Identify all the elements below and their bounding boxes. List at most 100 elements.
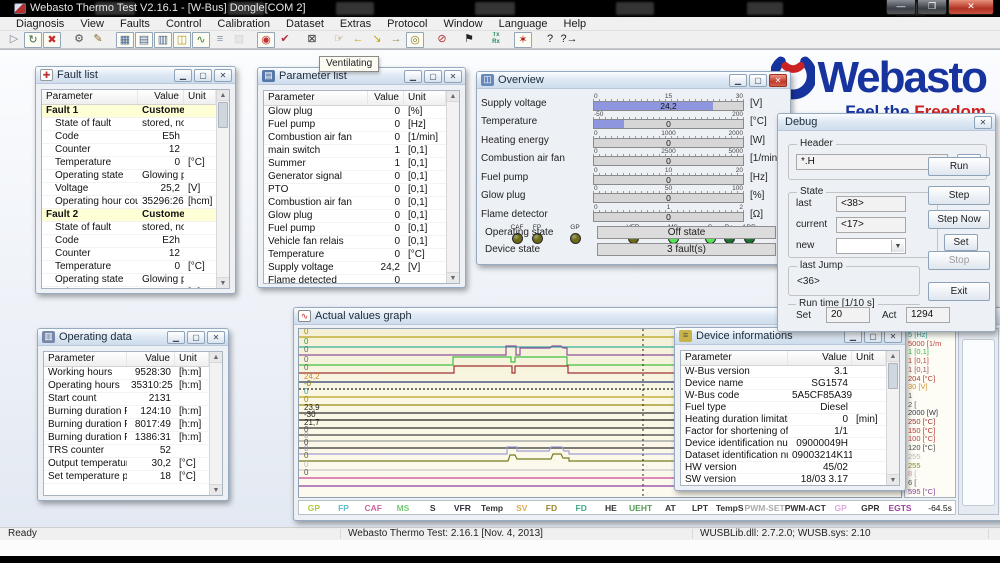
column-header-value[interactable]: Value <box>788 351 852 365</box>
operating-data-titlebar[interactable]: ▥ Operating data ▁ ▢ ✕ <box>38 329 228 346</box>
table-row[interactable]: Operating hours35310:25[h:m] <box>44 380 209 393</box>
table-row[interactable]: Counter12 <box>42 144 216 157</box>
debug-close-button[interactable]: ✕ <box>974 116 992 129</box>
scroll-down-icon[interactable]: ▼ <box>210 484 222 495</box>
column-header-unit[interactable]: Unit <box>175 352 209 366</box>
table-row[interactable]: Supply voltage24,2[V] <box>264 262 446 275</box>
table-scrollbar[interactable]: ▲▼ <box>216 90 229 288</box>
step-icon[interactable]: → <box>387 32 405 48</box>
menu-item-faults[interactable]: Faults <box>112 18 158 30</box>
parameter-list-minimize-button[interactable]: ▁ <box>404 70 422 83</box>
scrollbar-thumb[interactable] <box>218 102 228 128</box>
manual-control-icon[interactable]: ✎ <box>89 32 107 48</box>
debug-stop-button[interactable]: Stop <box>928 251 990 270</box>
debug-exit-button[interactable]: Exit <box>928 282 990 301</box>
fault-list-titlebar[interactable]: ✚ Fault list ▁ ▢ ✕ <box>36 67 235 84</box>
operating-data-icon[interactable]: ▥ <box>154 32 172 48</box>
menu-item-dataset[interactable]: Dataset <box>278 18 332 30</box>
overview-icon[interactable]: ◫ <box>173 32 191 48</box>
table-row[interactable]: Fuel typeDiesel <box>681 402 886 414</box>
table-row[interactable]: Output temperature30,2[°C] <box>44 458 209 471</box>
table-row[interactable]: Burning duration PH 1...124:10[h:m] <box>44 406 209 419</box>
table-row[interactable]: Heating duration limitation0[min] <box>681 414 886 426</box>
menu-item-help[interactable]: Help <box>556 18 595 30</box>
table-row[interactable]: State of faultstored, not a... <box>42 118 216 131</box>
txrx-icon[interactable]: Tx Rx <box>487 32 505 48</box>
scroll-down-icon[interactable]: ▼ <box>887 474 899 485</box>
fault-list-icon[interactable]: ▦ <box>116 32 134 48</box>
table-row[interactable]: Fuel pump0[0,1] <box>264 223 446 236</box>
check-icon[interactable]: ✔ <box>276 32 294 48</box>
operating-data-maximize-button[interactable]: ▢ <box>187 331 205 344</box>
table-row[interactable]: Generator signal0[0,1] <box>264 171 446 184</box>
table-row[interactable]: Combustion air fan0[1/min] <box>264 132 446 145</box>
column-header-parameter[interactable]: Parameter <box>44 352 127 366</box>
scroll-down-icon[interactable]: ▼ <box>447 272 459 283</box>
maximize-button[interactable]: ❐ <box>917 0 947 15</box>
table-row[interactable]: CodeE5h <box>42 131 216 144</box>
table-row[interactable]: Fault 2Customer s... <box>42 209 216 222</box>
parameter-list-close-button[interactable]: ✕ <box>444 70 462 83</box>
control-icon[interactable]: ⚙ <box>70 32 88 48</box>
menu-item-window[interactable]: Window <box>435 18 490 30</box>
column-header-parameter[interactable]: Parameter <box>681 351 788 365</box>
table-row[interactable]: Start count2131 <box>44 393 209 406</box>
connect-icon[interactable]: ▷ <box>5 32 23 48</box>
scroll-up-icon[interactable]: ▲ <box>210 352 222 363</box>
operating-data-minimize-button[interactable]: ▁ <box>167 331 185 344</box>
debug-set-button[interactable]: Set <box>944 234 978 251</box>
menu-item-language[interactable]: Language <box>491 18 556 30</box>
debug-step-button[interactable]: Step <box>928 186 990 205</box>
table-row[interactable]: Operating hour counter35296:26[hcm] <box>42 196 216 209</box>
table-scrollbar[interactable]: ▲▼ <box>446 91 459 283</box>
clear-fault-icon[interactable]: ✖ <box>43 32 61 48</box>
chevron-down-icon[interactable]: ▼ <box>891 240 904 252</box>
jump-icon[interactable]: ↘ <box>368 32 386 48</box>
overview-maximize-button[interactable]: ▢ <box>749 74 767 87</box>
menu-item-diagnosis[interactable]: Diagnosis <box>8 18 72 30</box>
menu-item-view[interactable]: View <box>72 18 112 30</box>
help-icon[interactable]: ? <box>541 32 559 48</box>
table-row[interactable]: Dataset identification num...09003214K11 <box>681 450 886 462</box>
debug-icon[interactable]: ✶ <box>514 32 532 48</box>
table-row[interactable]: TRS counter52 <box>44 445 209 458</box>
column-header-unit[interactable]: Unit <box>184 90 216 104</box>
table-row[interactable]: Fault 1Customer s... <box>42 105 216 118</box>
scroll-up-icon[interactable]: ▲ <box>887 351 899 362</box>
menu-item-extras[interactable]: Extras <box>332 18 379 30</box>
table-row[interactable]: W-Bus code5A5CF85A3900 <box>681 390 886 402</box>
close-button[interactable]: ✕ <box>948 0 994 15</box>
graph-icon[interactable]: ∿ <box>192 32 210 48</box>
table-row[interactable]: Summer1[0,1] <box>264 158 446 171</box>
debug-titlebar[interactable]: Debug ✕ <box>778 114 995 131</box>
fault-list-maximize-button[interactable]: ▢ <box>194 69 212 82</box>
table-row[interactable]: Temperature0[°C] <box>264 249 446 262</box>
table-row[interactable]: HW version45/02 <box>681 462 886 474</box>
graph-scrollbar[interactable] <box>962 339 995 506</box>
table-row[interactable]: Operating stateGlowing po... <box>42 274 216 287</box>
parameter-list-maximize-button[interactable]: ▢ <box>424 70 442 83</box>
overview-minimize-button[interactable]: ▁ <box>729 74 747 87</box>
fault-list-close-button[interactable]: ✕ <box>214 69 232 82</box>
minimize-button[interactable]: — <box>886 0 916 15</box>
table-row[interactable]: Burning duration PH 3...8017:49[h:m] <box>44 419 209 432</box>
menu-item-protocol[interactable]: Protocol <box>379 18 435 30</box>
table-row[interactable]: main switch1[0,1] <box>264 145 446 158</box>
overview-titlebar[interactable]: ◫ Overview ▁ ▢ ✕ <box>477 72 790 89</box>
table-row[interactable]: Voltage25,2[V] <box>42 287 216 288</box>
debug-run-button[interactable]: Run <box>928 157 990 176</box>
table-row[interactable]: Glow plug0[%] <box>264 106 446 119</box>
fault-list-minimize-button[interactable]: ▁ <box>174 69 192 82</box>
table-row[interactable]: Set temperature poten...18[°C] <box>44 471 209 484</box>
debug-runtime-set-input[interactable]: 20 <box>826 307 870 323</box>
debug-step-now-button[interactable]: Step Now <box>928 210 990 229</box>
table-row[interactable]: SW version18/03 3.17 <box>681 474 886 485</box>
table-row[interactable]: Combustion air fan0[0,1] <box>264 197 446 210</box>
table-row[interactable]: Temperature0[°C] <box>42 157 216 170</box>
column-header-unit[interactable]: Unit <box>404 91 446 105</box>
flag-icon[interactable]: ⚑ <box>460 32 478 48</box>
table-row[interactable]: State of faultstored, not a... <box>42 222 216 235</box>
table-scrollbar[interactable]: ▲▼ <box>209 352 222 495</box>
record-icon[interactable]: ◉ <box>257 32 275 48</box>
scrollbar-thumb[interactable] <box>888 363 898 389</box>
